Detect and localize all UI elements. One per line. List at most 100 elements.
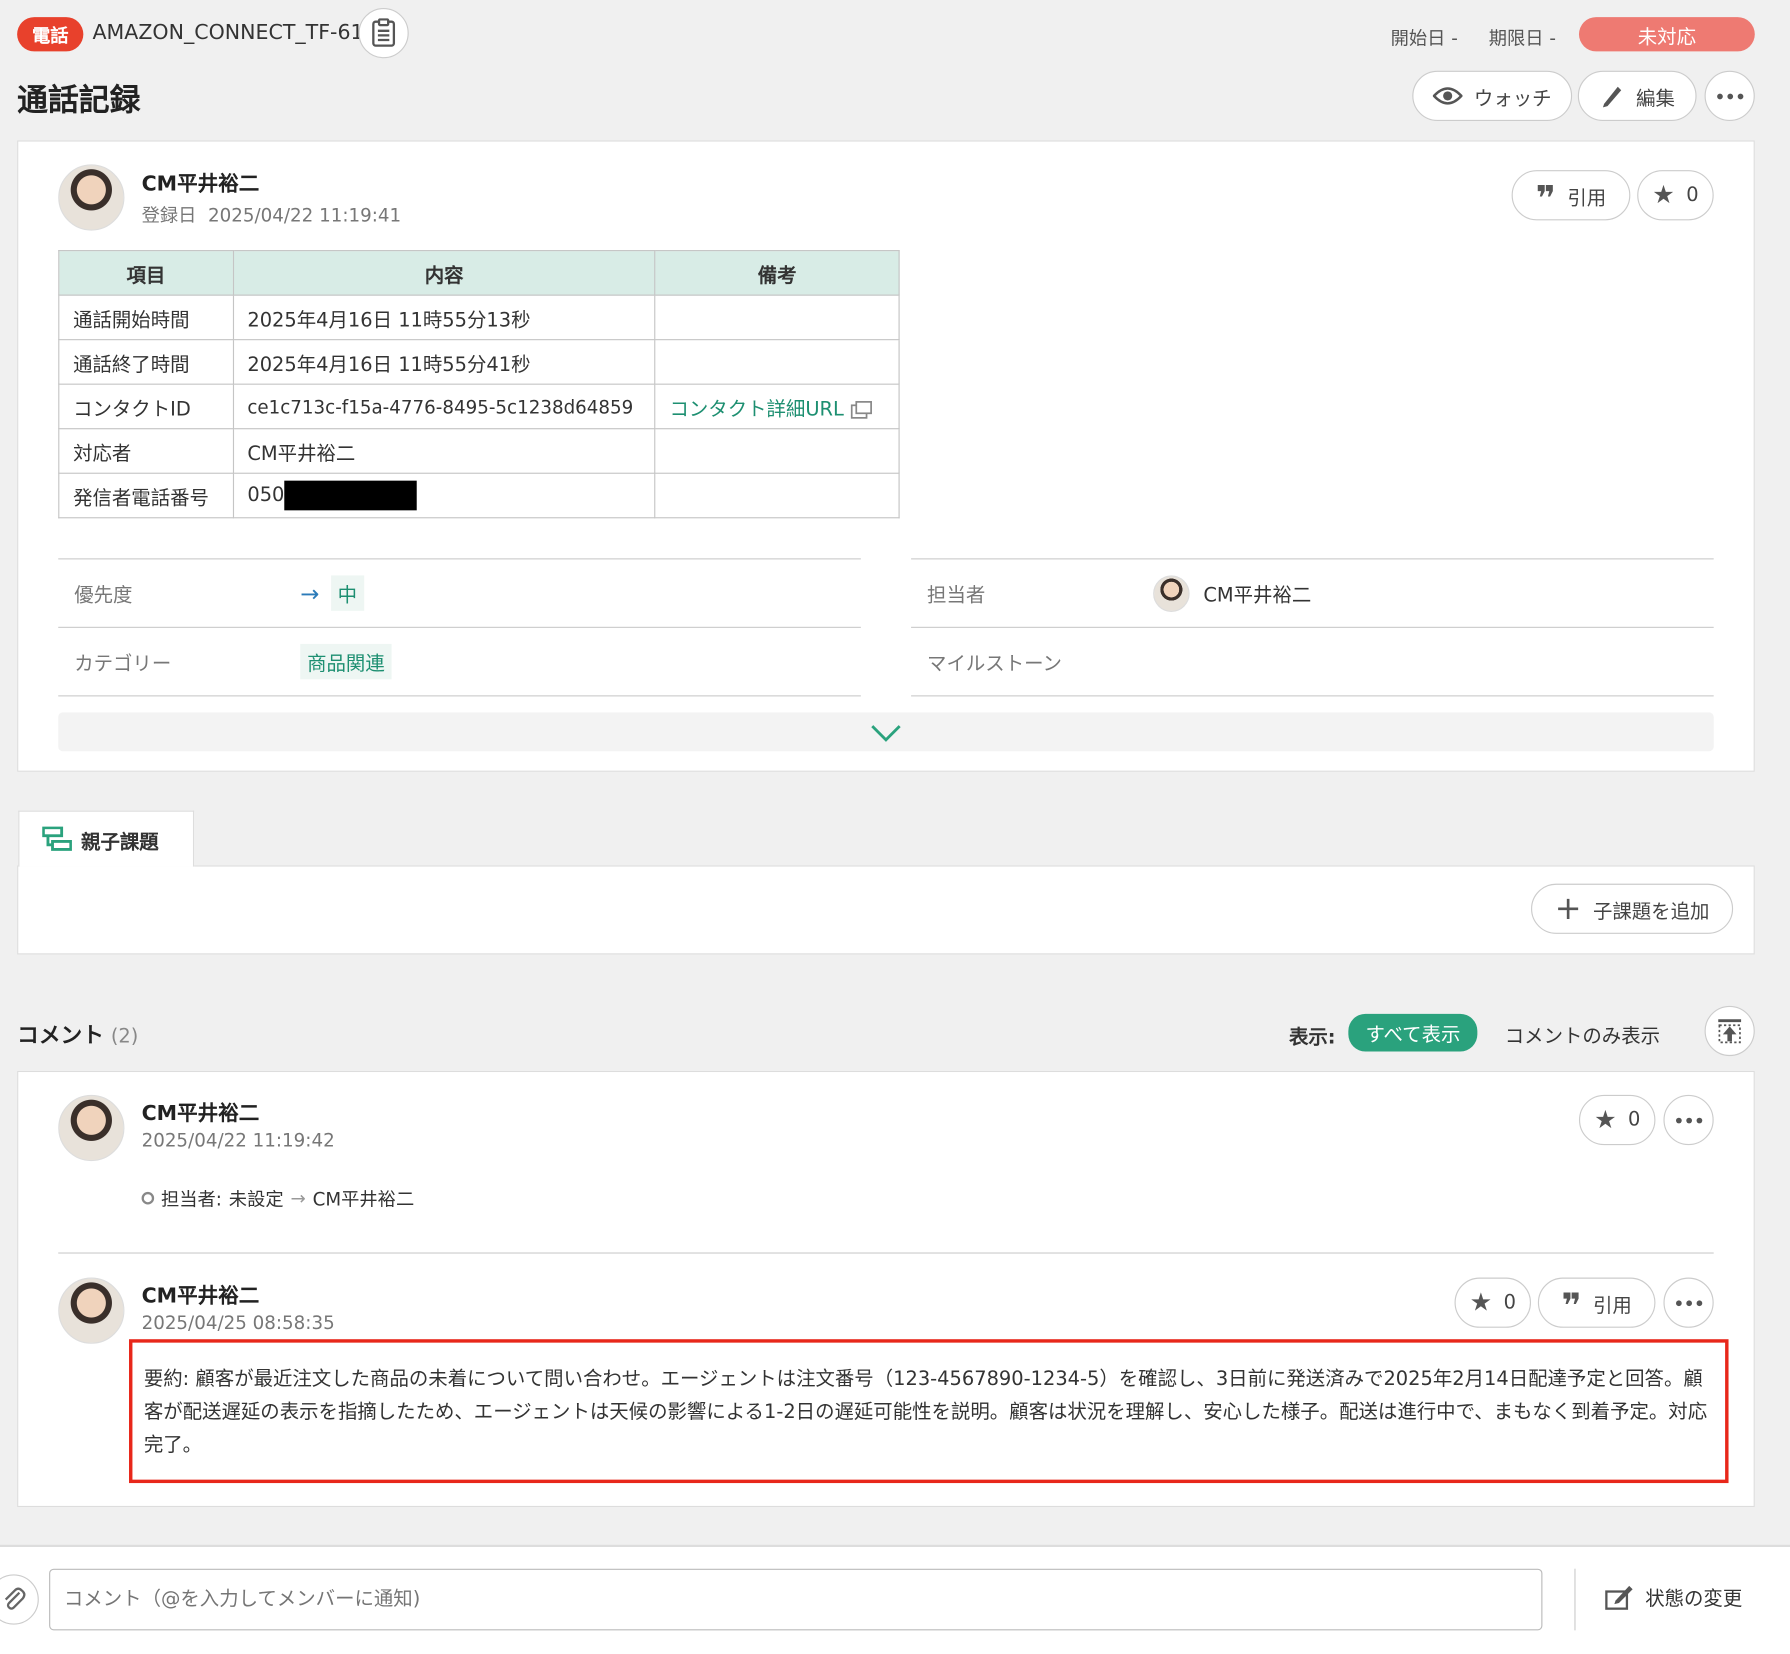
expand-properties-button[interactable] — [58, 712, 1714, 752]
status-change-label: 状態の変更 — [1645, 1588, 1743, 1611]
watch-label: ウォッチ — [1473, 87, 1552, 111]
assignee-label: 担当者 — [927, 584, 986, 608]
change-field: 担当者: — [160, 1188, 222, 1211]
chevron-down-icon — [871, 725, 901, 742]
arrow-right-icon: → — [300, 579, 320, 607]
table-cell — [654, 339, 900, 385]
table-cell — [654, 472, 900, 519]
star-count: 0 — [1628, 1108, 1641, 1132]
divider — [58, 1252, 1714, 1254]
paperclip-icon — [4, 1587, 26, 1610]
table-cell: 発信者電話番号 — [58, 472, 234, 519]
table-cell: 050 — [232, 472, 656, 519]
issue-author: CM平井裕二 — [141, 172, 260, 197]
tab-label: 親子課題 — [81, 830, 159, 854]
comment-input[interactable] — [49, 1568, 1543, 1631]
quote-icon: ❞ — [1561, 1286, 1582, 1327]
due-date: 期限日 - — [1488, 27, 1557, 50]
status-change-button[interactable]: 状態の変更 — [1604, 1582, 1742, 1611]
priority-label: 優先度 — [74, 584, 133, 608]
issue-type-badge: 電話 — [17, 17, 84, 52]
table-cell: コンタクト詳細URL — [654, 383, 900, 430]
table-row: 対応者 CM平井裕二 — [58, 428, 900, 474]
comment-more-button[interactable] — [1663, 1277, 1714, 1328]
star-icon: ★ — [1652, 180, 1675, 210]
avatar — [1153, 574, 1190, 612]
star-icon: ★ — [1594, 1105, 1617, 1135]
comment-star-button[interactable]: ★ 0 — [1578, 1094, 1656, 1146]
show-all-toggle[interactable]: すべて表示 — [1348, 1013, 1478, 1052]
comment-star-button[interactable]: ★ 0 — [1454, 1277, 1532, 1328]
status-badge[interactable]: 未対応 — [1578, 17, 1755, 52]
add-subtask-label: 子課題を追加 — [1592, 900, 1710, 924]
bullet-icon — [141, 1191, 155, 1204]
contact-detail-link[interactable]: コンタクト詳細URL — [669, 398, 843, 421]
quote-button[interactable]: ❞ 引用 — [1511, 170, 1631, 221]
hierarchy-icon — [42, 826, 72, 851]
table-row: コンタクトID ce1c713c-f15a-4776-8495-5c1238d6… — [58, 383, 900, 430]
edit-status-icon — [1605, 1585, 1633, 1610]
table-cell: 2025年4月16日 11時55分13秒 — [232, 294, 656, 341]
properties-right: 担当者 CM平井裕二 マイルストーン — [911, 558, 1714, 697]
clipboard-icon — [372, 18, 396, 47]
table-row: 通話終了時間 2025年4月16日 11時55分41秒 — [58, 339, 900, 385]
table-header: 備考 — [654, 250, 900, 296]
star-count: 0 — [1503, 1291, 1516, 1315]
comment-author: CM平井裕二 — [141, 1101, 260, 1126]
copy-issue-key-button[interactable] — [358, 7, 409, 59]
comments-title: コメント (2) — [17, 1022, 139, 1049]
comment-quote-button[interactable]: ❞ 引用 — [1537, 1277, 1656, 1328]
scroll-to-top-icon — [1718, 1019, 1742, 1044]
star-count: 0 — [1686, 183, 1699, 207]
change-from: 未設定 — [228, 1188, 284, 1211]
external-link-icon — [850, 400, 872, 419]
comment-date: 2025/04/25 08:58:35 — [141, 1311, 335, 1334]
table-cell: CM平井裕二 — [232, 428, 656, 474]
comments-only-toggle[interactable]: コメントのみ表示 — [1505, 1020, 1660, 1048]
comment-more-button[interactable] — [1663, 1094, 1714, 1146]
table-header: 項目 — [58, 250, 234, 296]
add-subtask-button[interactable]: + 子課題を追加 — [1531, 883, 1734, 934]
avatar — [58, 1094, 125, 1162]
tab-parent-child[interactable]: 親子課題 — [18, 810, 195, 867]
arrow-right-icon: → — [290, 1186, 306, 1209]
table-row: 発信者電話番号 050 — [58, 472, 900, 519]
display-filter-label: 表示: — [1288, 1026, 1336, 1050]
star-icon: ★ — [1469, 1288, 1493, 1317]
table-row: 通話開始時間 2025年4月16日 11時55分13秒 — [58, 294, 900, 341]
avatar — [58, 1277, 125, 1344]
subtasks-panel — [17, 865, 1755, 955]
table-header: 内容 — [232, 250, 656, 296]
category-value: 商品関連 — [300, 643, 392, 680]
table-cell: 通話終了時間 — [58, 339, 234, 385]
quote-label: 引用 — [1593, 1294, 1632, 1317]
properties-left: 優先度 → 中 カテゴリー 商品関連 — [58, 558, 861, 697]
issue-key: AMAZON_CONNECT_TF-61 — [92, 20, 364, 45]
watch-button[interactable]: ウォッチ — [1412, 70, 1573, 122]
more-menu-button[interactable] — [1704, 70, 1755, 122]
quote-icon: ❞ — [1535, 179, 1556, 220]
plus-icon: + — [1554, 889, 1582, 928]
table-cell: 通話開始時間 — [58, 294, 234, 341]
category-row: カテゴリー 商品関連 — [58, 628, 861, 697]
change-log: 担当者: 未設定 → CM平井裕二 — [141, 1184, 415, 1211]
scroll-top-button[interactable] — [1704, 1005, 1755, 1057]
start-date: 開始日 - — [1390, 27, 1458, 50]
more-icon — [1675, 1299, 1702, 1306]
edit-button[interactable]: 編集 — [1577, 70, 1697, 122]
priority-row: 優先度 → 中 — [58, 559, 861, 628]
star-button[interactable]: ★ 0 — [1637, 170, 1714, 221]
change-to: CM平井裕二 — [312, 1188, 415, 1211]
more-icon — [1716, 93, 1743, 99]
call-info-table: 項目 内容 備考 通話開始時間 2025年4月16日 11時55分13秒 通話終… — [58, 250, 900, 519]
assignee-row: 担当者 CM平井裕二 — [911, 559, 1714, 628]
registered-date: 登録日 2025/04/22 11:19:41 — [141, 204, 402, 227]
table-cell: 対応者 — [58, 428, 234, 474]
table-cell — [654, 294, 900, 341]
table-cell: コンタクトID — [58, 383, 234, 430]
divider — [1574, 1568, 1576, 1631]
comment-author: CM平井裕二 — [141, 1284, 260, 1309]
pencil-icon — [1602, 86, 1622, 108]
milestone-label: マイルストーン — [927, 653, 1062, 676]
edit-label: 編集 — [1636, 87, 1675, 111]
